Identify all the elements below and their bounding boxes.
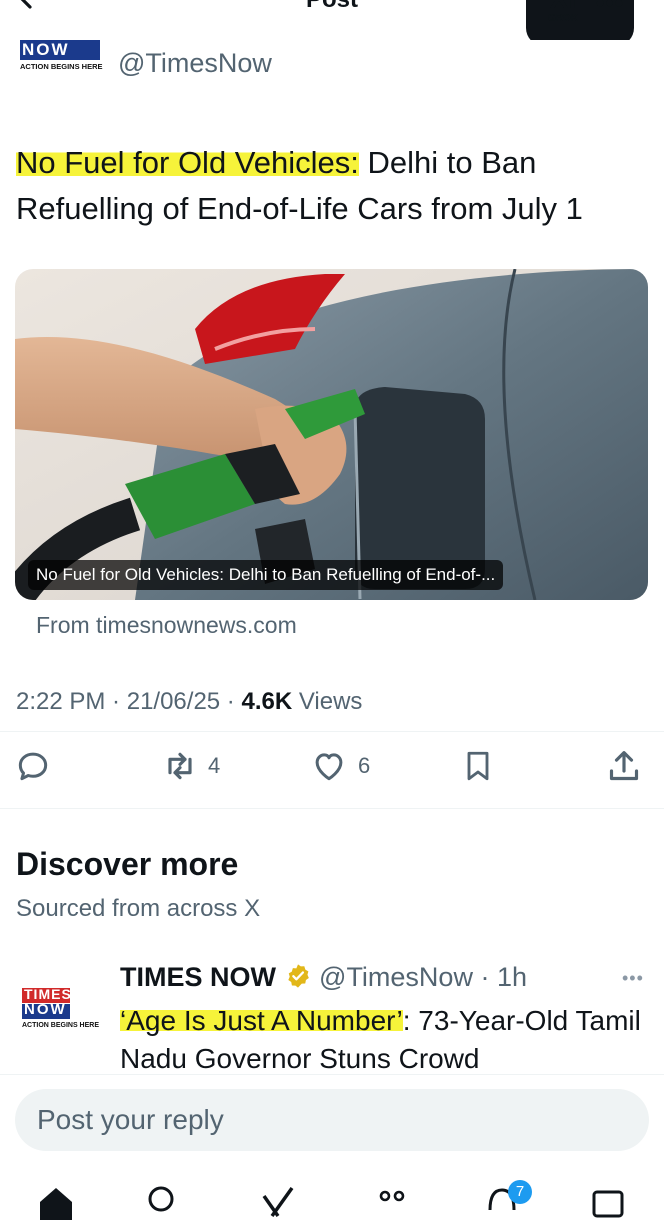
divider xyxy=(0,808,664,809)
repost-button[interactable]: 4 xyxy=(160,744,220,788)
avatar-tagline: ACTION BEGINS HERE xyxy=(22,1022,100,1029)
bookmark-button[interactable] xyxy=(460,744,496,788)
section-subtitle: Sourced from across X xyxy=(16,895,261,922)
views-count: 4.6K xyxy=(241,688,293,715)
share-button[interactable] xyxy=(604,744,644,788)
suggested-header: TIMES NOW @TimesNow · 1h xyxy=(120,962,527,992)
suggested-text[interactable]: ‘Age Is Just A Number’: 73-Year-Old Tami… xyxy=(120,1002,650,1078)
post-metadata: 2:22 PM · 21/06/25 · 4.6K Views xyxy=(16,688,363,715)
notification-badge: 7 xyxy=(508,1180,532,1204)
section-title: Discover more xyxy=(16,846,239,882)
like-count: 6 xyxy=(358,753,371,778)
reply-icon xyxy=(18,752,48,781)
suggested-age: 1h xyxy=(496,962,527,992)
share-icon xyxy=(609,751,639,781)
more-options-icon[interactable]: ••• xyxy=(622,968,644,989)
link-source[interactable]: From timesnownews.com xyxy=(36,612,297,639)
views-label[interactable]: Views xyxy=(292,688,363,715)
home-icon[interactable] xyxy=(36,1180,76,1220)
times-now-logo[interactable]: NOW ACTION BEGINS HERE xyxy=(20,40,103,74)
messages-icon[interactable] xyxy=(588,1180,628,1220)
repost-icon xyxy=(168,752,192,780)
suggested-name[interactable]: TIMES NOW xyxy=(120,962,276,992)
heart-icon xyxy=(315,753,343,781)
avatar-text-top: TIMES xyxy=(24,986,72,1002)
suggested-handle[interactable]: @TimesNow xyxy=(319,962,473,992)
verified-badge-icon xyxy=(287,964,309,988)
post-date: 21/06/25 xyxy=(126,688,221,715)
communities-icon[interactable] xyxy=(372,1180,412,1220)
grok-button[interactable]: XI GROK xyxy=(538,0,588,34)
top-bar: Post XI GROK ••• xyxy=(0,0,664,40)
link-card-image[interactable] xyxy=(15,269,648,600)
grok-label: GROK xyxy=(548,13,578,24)
logo-text: NOW xyxy=(20,40,100,60)
highlighted-text: No Fuel for Old Vehicles: xyxy=(16,145,359,180)
logo-tagline: ACTION BEGINS HERE xyxy=(20,62,103,71)
highlighted-text: ‘Age Is Just A Number’ xyxy=(120,1005,403,1036)
avatar-text-bottom: NOW xyxy=(24,1001,67,1018)
action-bar: 4 6 xyxy=(0,744,664,788)
grok-icon: XI xyxy=(538,0,588,14)
grok-nav-icon[interactable] xyxy=(258,1180,298,1220)
more-options-icon[interactable]: ••• xyxy=(596,0,624,18)
divider xyxy=(0,731,664,732)
reply-button[interactable] xyxy=(14,744,52,788)
fuel-nozzle-image xyxy=(15,269,648,600)
search-icon[interactable] xyxy=(142,1180,182,1220)
post-text: No Fuel for Old Vehicles: Delhi to Ban R… xyxy=(16,140,656,232)
post-time: 2:22 PM xyxy=(16,688,106,715)
repost-count: 4 xyxy=(208,753,221,778)
like-button[interactable]: 6 xyxy=(310,744,370,788)
card-caption: No Fuel for Old Vehicles: Delhi to Ban R… xyxy=(28,560,504,590)
bookmark-icon xyxy=(467,751,489,781)
reply-input[interactable] xyxy=(15,1089,649,1151)
author-handle[interactable]: @TimesNow xyxy=(118,48,272,79)
